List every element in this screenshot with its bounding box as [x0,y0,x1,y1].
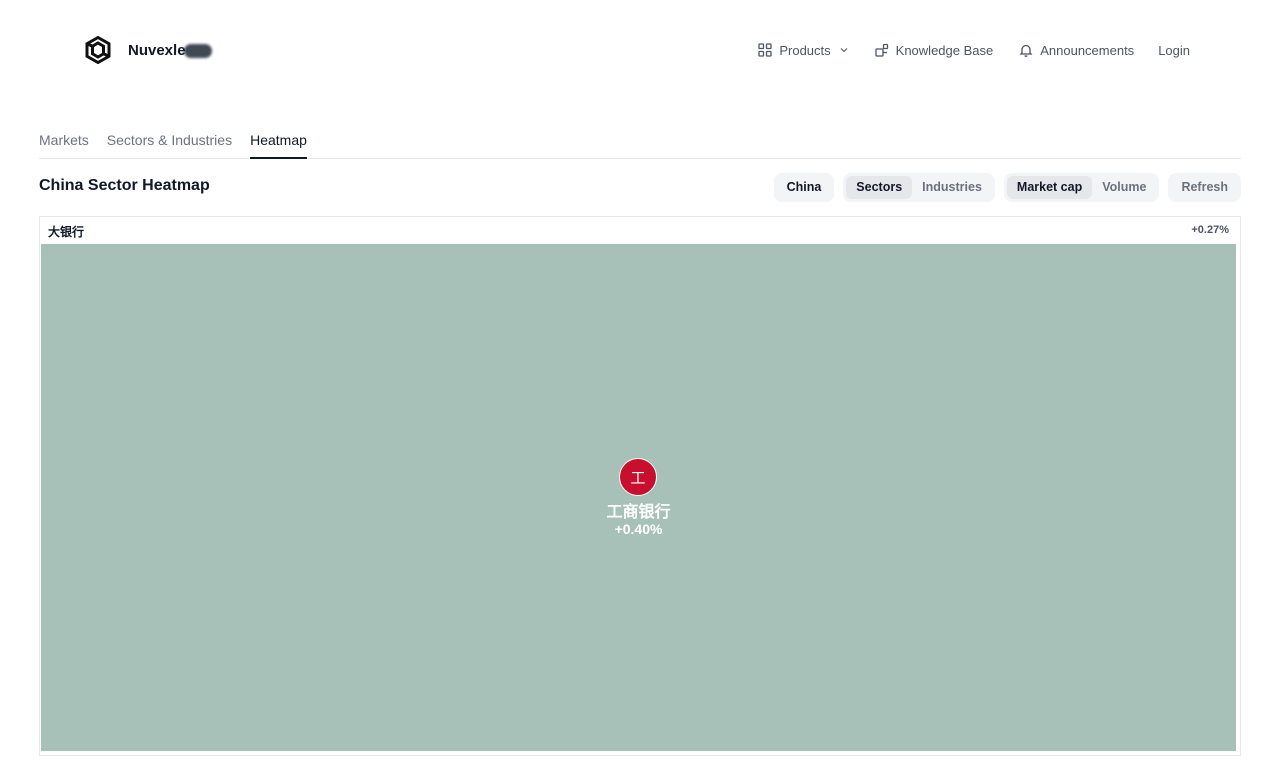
heatmap: 大银行 +0.27% 工 工商银行 +0.40% [39,216,1241,756]
market-cap-button[interactable]: Market cap [1006,176,1093,199]
knowledge-base-icon [875,43,888,57]
tile-stock-change: +0.40% [614,521,663,537]
grid-icon [758,43,772,57]
refresh-group: Refresh [1168,173,1241,202]
tab-markets[interactable]: Markets [39,130,89,159]
tile-stock-name: 工商银行 [606,502,671,521]
nav-announcements-label: Announcements [1040,42,1135,58]
brand-name: Nuvexle [128,42,212,59]
sectors-button[interactable]: Sectors [846,176,913,199]
hexagon-logo-icon [85,36,111,64]
volume-button[interactable]: Volume [1092,176,1156,199]
heatmap-tile[interactable]: 工 工商银行 +0.40% [41,244,1236,751]
nav-knowledge-base[interactable]: Knowledge Base [875,42,994,58]
sector-name: 大银行 [48,225,85,239]
page-tabs: Markets Sectors & Industries Heatmap [39,130,1241,159]
bell-icon [1019,44,1033,57]
brand[interactable]: Nuvexle [84,36,212,64]
sector-change: +0.27% [1191,224,1229,236]
heatmap-controls: China Sectors Industries Market cap Volu… [765,173,1241,202]
region-china-button[interactable]: China [777,176,832,199]
region-selector: China [773,173,835,202]
tab-sectors-industries[interactable]: Sectors & Industries [107,130,232,159]
industries-button[interactable]: Industries [912,176,992,199]
chevron-down-icon [840,48,848,53]
main-nav: Products Knowledge Base Announcements Lo… [732,40,1190,60]
page-title: China Sector Heatmap [39,177,210,194]
grouping-toggle: Sectors Industries [843,173,995,202]
refresh-button[interactable]: Refresh [1171,176,1238,199]
redacted-mark [183,43,212,58]
sector-header: 大银行 +0.27% [40,217,1240,244]
nav-announcements[interactable]: Announcements [1019,43,1134,58]
nav-products-label: Products [779,42,831,58]
bank-logo-icon: 工 [619,458,657,496]
metric-toggle: Market cap Volume [1003,173,1160,202]
top-header: Nuvexle Products Knowledge Base Announce… [0,0,1280,100]
nav-products[interactable]: Products [758,43,848,58]
tab-heatmap[interactable]: Heatmap [250,130,307,159]
nav-knowledge-base-label: Knowledge Base [895,42,994,58]
login-link[interactable]: Login [1158,43,1190,58]
